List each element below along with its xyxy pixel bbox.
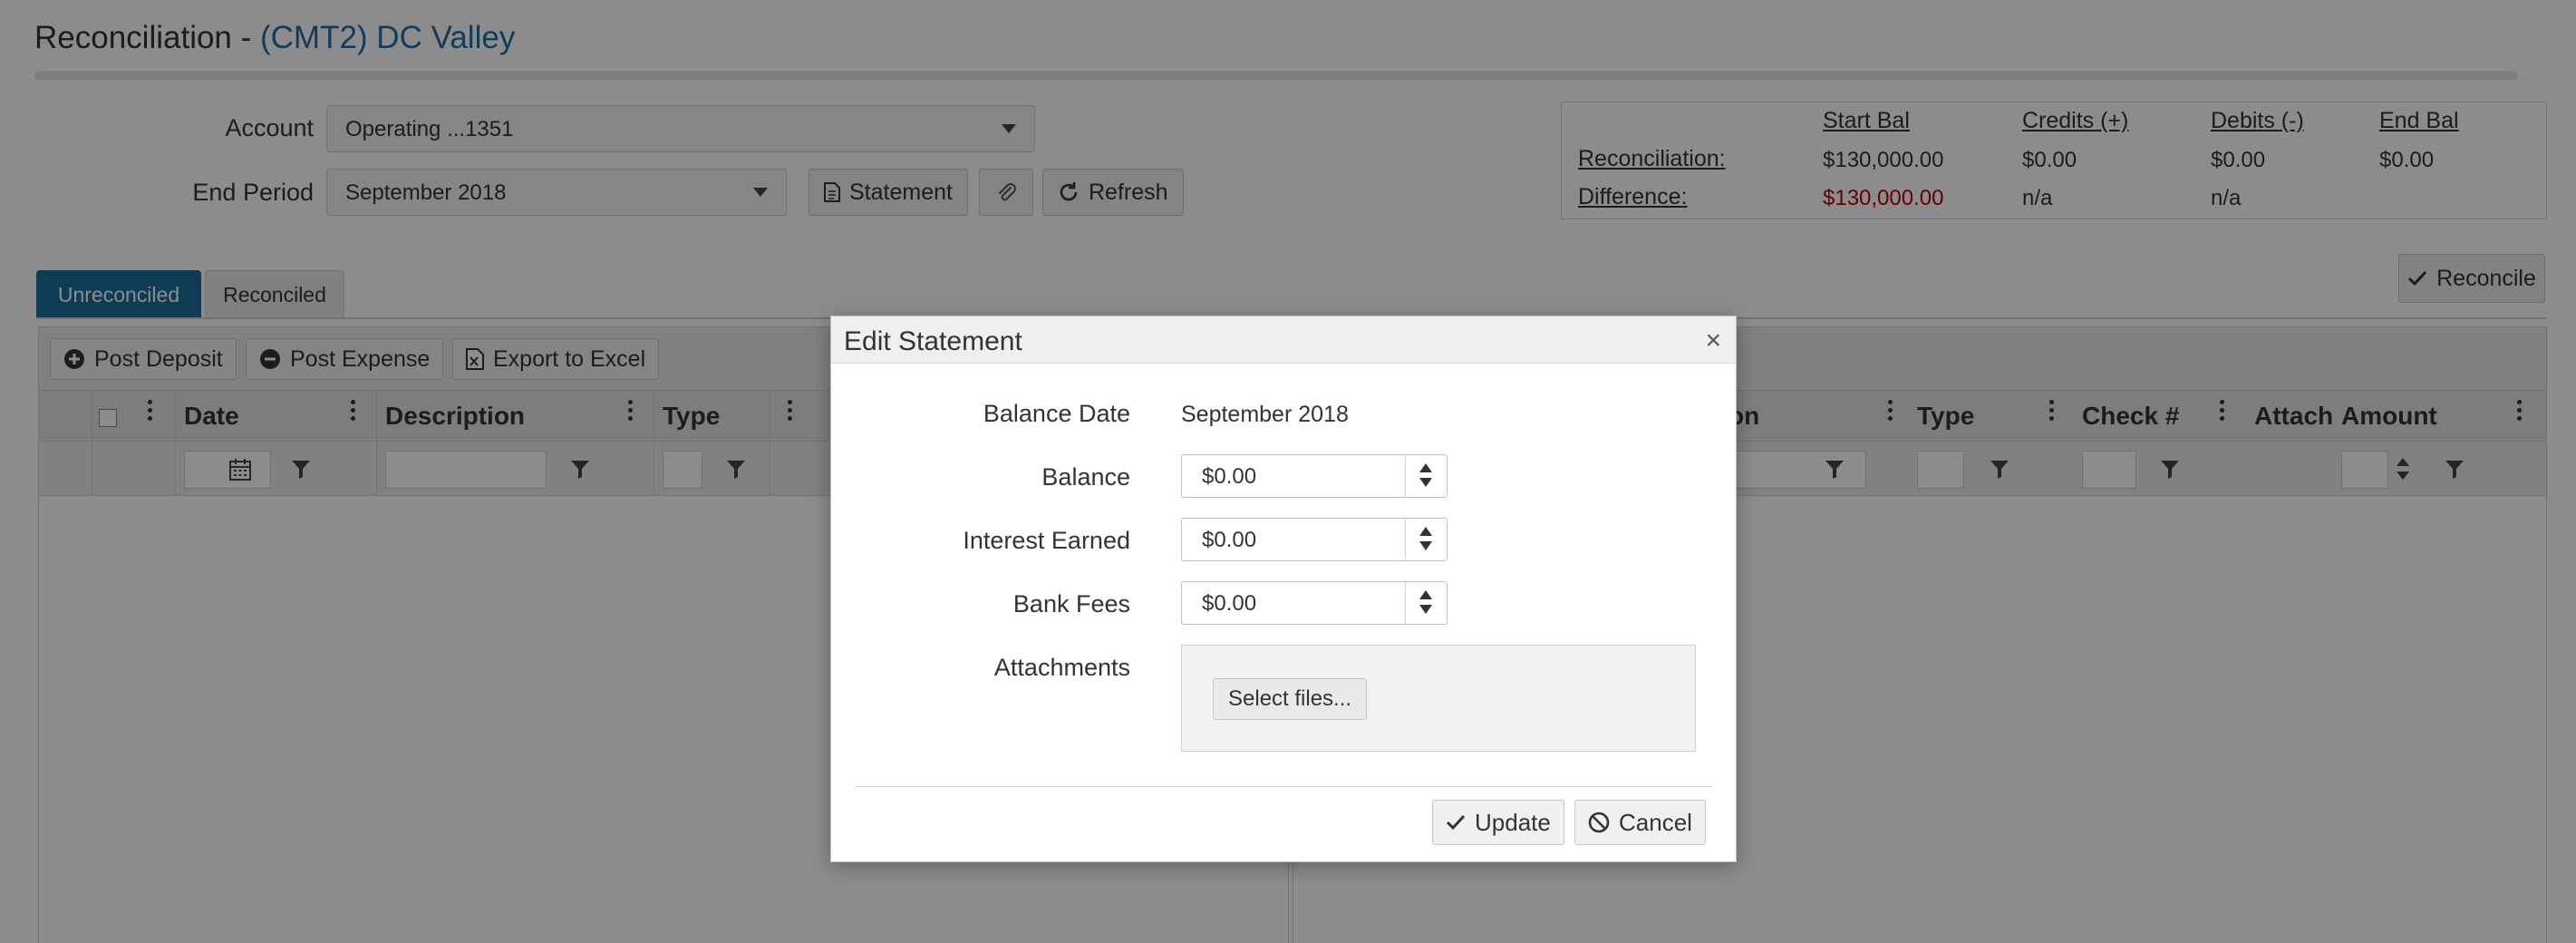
cancel-icon bbox=[1588, 812, 1610, 833]
bank-fees-input-value: $0.00 bbox=[1202, 591, 1257, 616]
balance-input[interactable]: $0.00 bbox=[1181, 454, 1448, 498]
stepper-arrows-icon[interactable] bbox=[1405, 455, 1447, 497]
attachments-dropzone[interactable]: Select files... bbox=[1181, 645, 1696, 752]
cancel-button-label: Cancel bbox=[1619, 808, 1692, 836]
dialog-title: Edit Statement bbox=[844, 326, 1022, 356]
select-files-button[interactable]: Select files... bbox=[1213, 678, 1368, 720]
update-button[interactable]: Update bbox=[1432, 800, 1564, 845]
bank-fees-label: Bank Fees bbox=[1012, 590, 1130, 617]
interest-earned-label: Interest Earned bbox=[963, 527, 1130, 554]
stepper-arrows-icon[interactable] bbox=[1405, 582, 1447, 624]
balance-date-value: September 2018 bbox=[1181, 402, 1349, 427]
edit-statement-dialog: Edit Statement × Balance Date September … bbox=[830, 316, 1737, 862]
dialog-divider bbox=[855, 786, 1712, 787]
check-icon bbox=[1446, 814, 1466, 831]
interest-earned-input[interactable]: $0.00 bbox=[1181, 518, 1448, 561]
dialog-header: Edit Statement × bbox=[831, 316, 1736, 364]
balance-input-value: $0.00 bbox=[1202, 464, 1257, 489]
balance-date-label: Balance Date bbox=[983, 400, 1130, 427]
reconciliation-page: Reconciliation - (CMT2) DC Valley Accoun… bbox=[0, 0, 2576, 943]
balance-label: Balance bbox=[1041, 463, 1130, 491]
interest-earned-input-value: $0.00 bbox=[1202, 528, 1257, 552]
attachments-label: Attachments bbox=[993, 654, 1130, 681]
cancel-button[interactable]: Cancel bbox=[1574, 800, 1706, 845]
bank-fees-input[interactable]: $0.00 bbox=[1181, 581, 1448, 625]
close-icon[interactable]: × bbox=[1705, 326, 1721, 356]
stepper-arrows-icon[interactable] bbox=[1405, 519, 1447, 560]
update-button-label: Update bbox=[1475, 808, 1551, 836]
